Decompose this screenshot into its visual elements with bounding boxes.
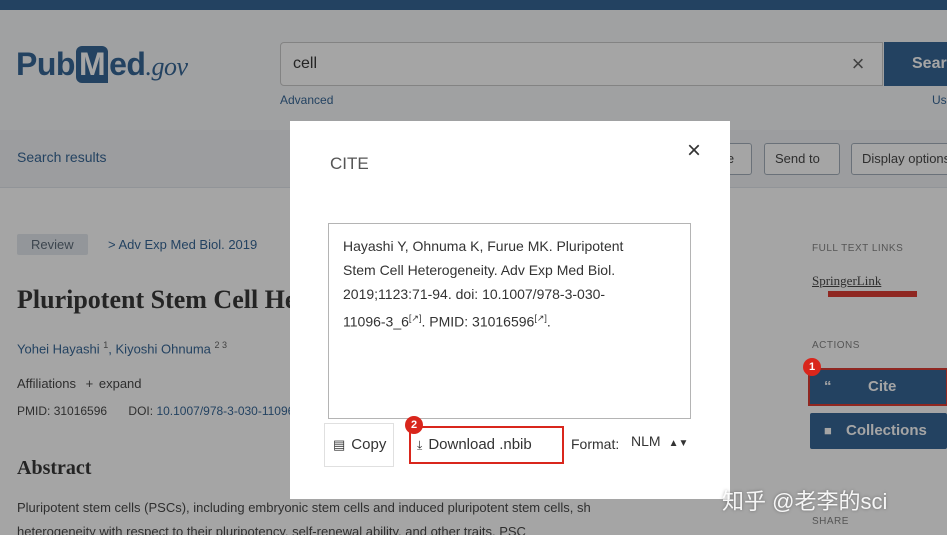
- download-icon: ⤓: [417, 438, 423, 452]
- external-link-icon[interactable]: [↗]: [409, 313, 422, 323]
- close-icon[interactable]: ×: [687, 139, 701, 163]
- copy-button[interactable]: ▤ Copy: [324, 423, 394, 467]
- format-value: NLM: [631, 433, 661, 449]
- citation-textbox[interactable]: Hayashi Y, Ohnuma K, Furue MK. Pluripote…: [328, 223, 691, 419]
- cite-dialog: CITE × Hayashi Y, Ohnuma K, Furue MK. Pl…: [290, 121, 730, 499]
- citation-pmid: . PMID: 31016596: [421, 313, 535, 330]
- citation-line: 11096-3_6[↗]. PMID: 31016596[↗].: [343, 306, 676, 334]
- citation-end: .: [546, 313, 551, 330]
- step-marker-2: 2: [405, 416, 423, 434]
- external-link-icon[interactable]: [↗]: [534, 313, 547, 323]
- download-button-label: Download .nbib: [428, 436, 532, 453]
- copy-icon: ▤: [333, 437, 346, 452]
- step-marker-1: 1: [803, 358, 821, 376]
- dialog-title: CITE: [330, 154, 369, 173]
- copy-button-label: Copy: [351, 436, 387, 453]
- format-label: Format:: [571, 436, 620, 452]
- citation-line: 2019;1123:71-94. doi: 10.1007/978-3-030-: [343, 286, 606, 302]
- citation-line: Hayashi Y, Ohnuma K, Furue MK. Pluripote…: [343, 238, 624, 254]
- citation-doi-tail: 11096-3_6: [343, 313, 409, 330]
- watermark: 知乎 @老李的sci: [722, 489, 888, 514]
- download-nbib-button[interactable]: ⤓ Download .nbib: [409, 426, 564, 464]
- sort-arrows-icon: ▲▼: [668, 438, 689, 449]
- citation-line: Stem Cell Heterogeneity. Adv Exp Med Bio…: [343, 262, 616, 278]
- format-select[interactable]: NLM ▲▼: [631, 433, 688, 449]
